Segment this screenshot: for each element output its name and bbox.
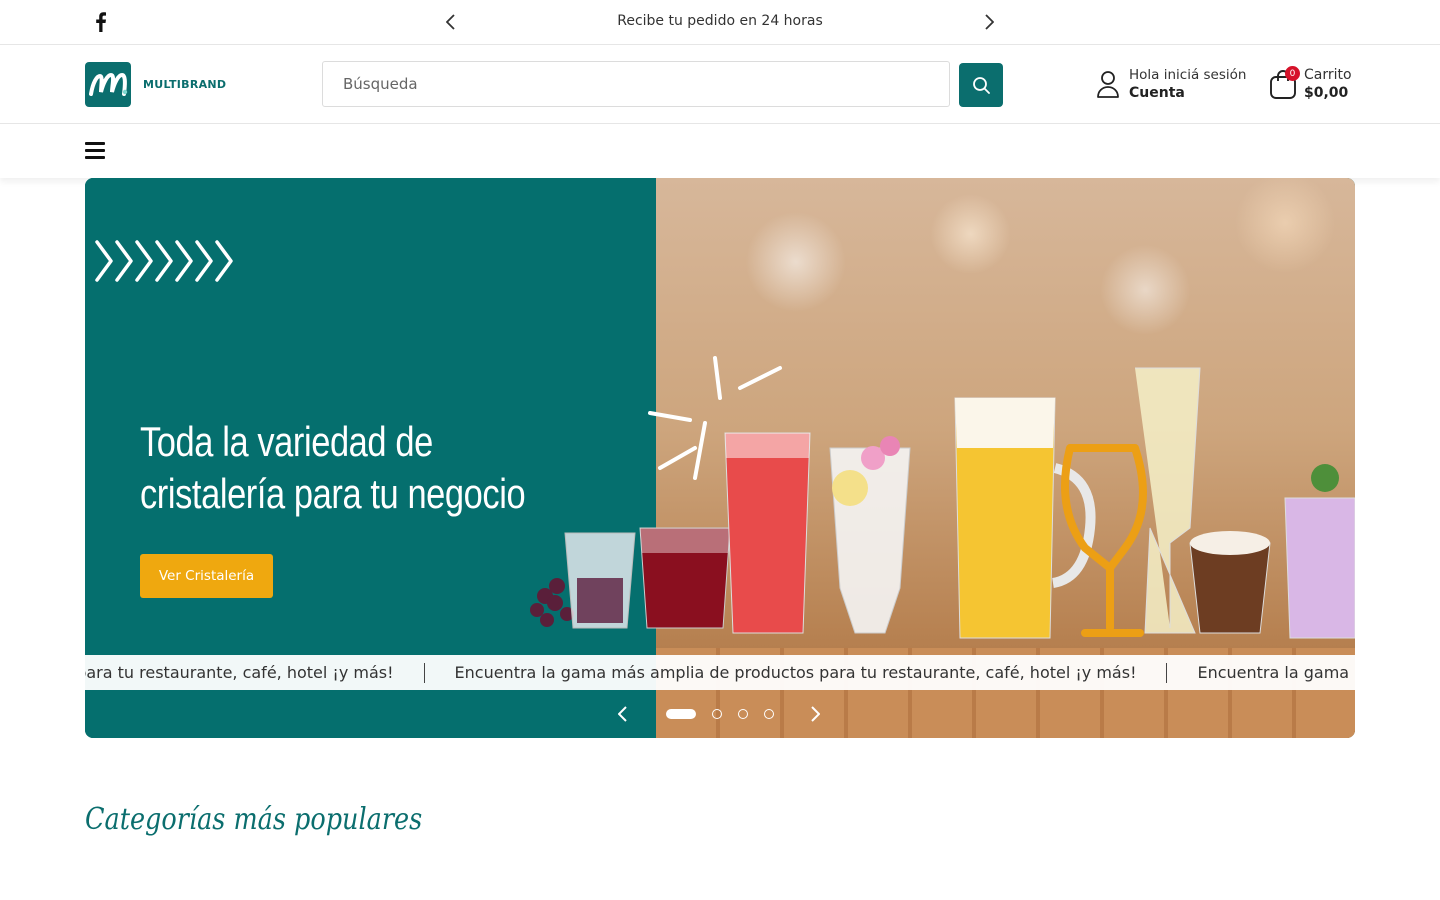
chevrons-decoration-icon bbox=[95, 240, 233, 282]
user-icon bbox=[1097, 71, 1119, 98]
marquee-text: Encuentra la gama más amplia de producto… bbox=[454, 663, 1137, 682]
chevron-right-icon bbox=[985, 14, 994, 30]
brand-name: MULTIBRAND bbox=[143, 78, 227, 91]
facebook-icon[interactable] bbox=[92, 12, 108, 32]
menu-icon[interactable] bbox=[85, 142, 105, 159]
cart-link[interactable]: 0 Carrito $0,00 bbox=[1268, 66, 1352, 102]
site-header: MULTIBRAND Hola iniciá sesión Cuenta 0 bbox=[0, 45, 1440, 124]
search-input[interactable] bbox=[323, 62, 949, 106]
marquee-text: Encuentra la gama más amplia de producto… bbox=[1197, 663, 1355, 682]
slider-prev-button[interactable] bbox=[612, 702, 634, 726]
announcement-bar: Recibe tu pedido en 24 horas bbox=[0, 0, 1440, 45]
slider-dot-4[interactable] bbox=[764, 709, 774, 719]
cart-total: $0,00 bbox=[1304, 85, 1349, 101]
search-box bbox=[322, 61, 950, 107]
account-link[interactable]: Hola iniciá sesión Cuenta bbox=[1096, 66, 1246, 102]
logo-mark-icon bbox=[85, 62, 131, 107]
announcement-prev-button[interactable] bbox=[440, 11, 462, 33]
hero-banner: Toda la variedad de cristalería para tu … bbox=[85, 178, 1355, 738]
announcement-text: Recibe tu pedido en 24 horas bbox=[617, 13, 823, 29]
account-label: Cuenta bbox=[1129, 85, 1185, 101]
slider-dots bbox=[666, 709, 790, 719]
brand-logo[interactable]: MULTIBRAND bbox=[85, 62, 226, 107]
search-icon bbox=[973, 77, 990, 94]
glassware-illustration bbox=[530, 356, 1355, 639]
hero-title: Toda la variedad de cristalería para tu … bbox=[140, 418, 526, 517]
cart-icon-wrap: 0 bbox=[1268, 66, 1300, 100]
chevron-left-icon bbox=[446, 14, 455, 30]
search-button[interactable] bbox=[959, 63, 1003, 107]
nav-bar bbox=[0, 124, 1440, 178]
slider-dot-1[interactable] bbox=[666, 709, 696, 719]
cart-label: Carrito bbox=[1304, 67, 1352, 83]
categories-title: Categorías más populares bbox=[85, 802, 423, 837]
chevron-left-icon bbox=[618, 706, 627, 722]
slider-next-button[interactable] bbox=[804, 702, 826, 726]
slider-dot-2[interactable] bbox=[712, 709, 722, 719]
account-greeting: Hola iniciá sesión bbox=[1129, 67, 1247, 83]
announcement-next-button[interactable] bbox=[978, 11, 1000, 33]
slider-dot-3[interactable] bbox=[738, 709, 748, 719]
cart-count-badge: 0 bbox=[1285, 66, 1300, 81]
chevron-right-icon bbox=[811, 706, 820, 722]
promo-marquee: os para tu restaurante, café, hotel ¡y m… bbox=[85, 655, 1355, 690]
hero-cta-button[interactable]: Ver Cristalería bbox=[140, 554, 273, 598]
marquee-text: os para tu restaurante, café, hotel ¡y m… bbox=[85, 663, 394, 682]
